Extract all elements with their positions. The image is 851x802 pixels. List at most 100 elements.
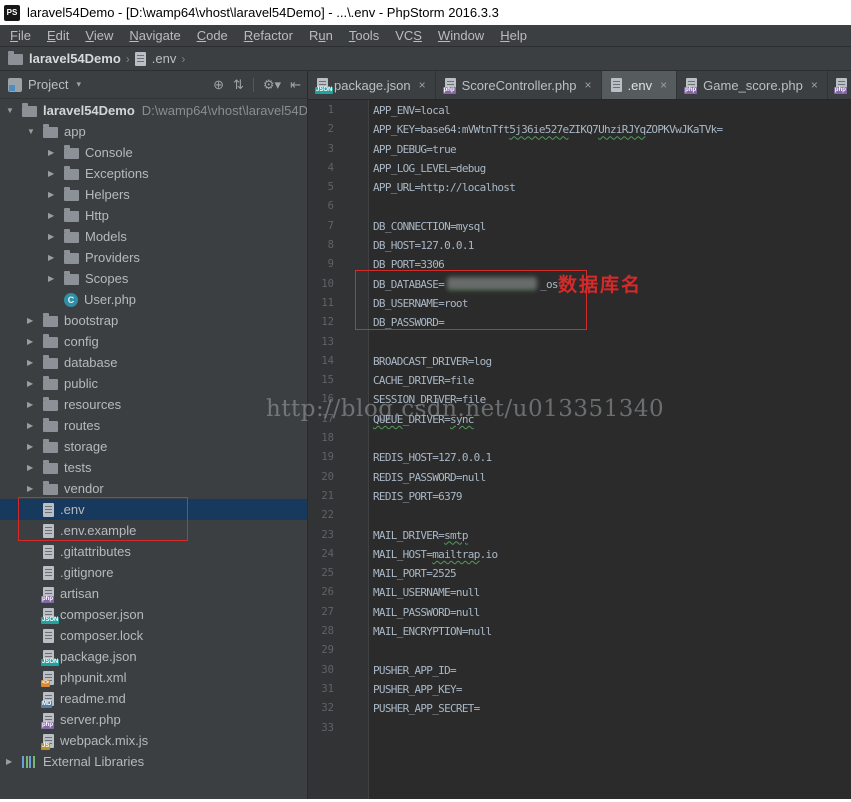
menu-help[interactable]: Help [492,28,535,43]
tree-item-scopes[interactable]: ▶Scopes [0,268,307,289]
editor-code[interactable]: 1APP_ENV=local2APP_KEY=base64:mVWtnTft5j… [308,100,851,738]
tab-partial[interactable] [828,71,851,99]
tree-item-app[interactable]: ▼app [0,121,307,142]
menu-navigate[interactable]: Navigate [121,28,188,43]
code-line-21[interactable]: 21REDIS_PORT=6379 [308,487,851,506]
settings-gear-icon[interactable]: ⚙▾ [263,77,281,93]
tree-arrow-expanded-icon[interactable]: ▼ [4,106,22,115]
project-panel-title[interactable]: Project [28,77,68,92]
menu-window[interactable]: Window [430,28,492,43]
code-line-15[interactable]: 15CACHE_DRIVER=file [308,371,851,390]
code-line-24[interactable]: 24MAIL_HOST=mailtrap.io [308,545,851,564]
code-line-12[interactable]: 12DB_PASSWORD= [308,313,851,332]
tree-arrow-collapsed-icon[interactable]: ▶ [46,232,64,241]
tree-item--gitignore[interactable]: .gitignore [0,562,307,583]
code-line-25[interactable]: 25MAIL_PORT=2525 [308,564,851,583]
code-line-7[interactable]: 7DB_CONNECTION=mysql [308,217,851,236]
tree-item-readme-md[interactable]: readme.md [0,688,307,709]
code-line-14[interactable]: 14BROADCAST_DRIVER=log [308,352,851,371]
code-line-11[interactable]: 11DB_USERNAME=root [308,294,851,313]
tab--env[interactable]: .env× [602,71,678,99]
close-tab-icon[interactable]: × [811,78,818,92]
tree-arrow-collapsed-icon[interactable]: ▶ [25,463,43,472]
tree-item-phpunit-xml[interactable]: phpunit.xml [0,667,307,688]
tree-arrow-collapsed-icon[interactable]: ▶ [46,274,64,283]
tree-item-tests[interactable]: ▶tests [0,457,307,478]
close-tab-icon[interactable]: × [660,78,667,92]
tree-arrow-collapsed-icon[interactable]: ▶ [4,757,22,766]
chevron-down-icon[interactable]: ▾ [76,79,81,90]
tab-game-score-php[interactable]: Game_score.php× [677,71,828,99]
tree-item-composer-lock[interactable]: composer.lock [0,625,307,646]
tree-item-package-json[interactable]: package.json [0,646,307,667]
code-line-23[interactable]: 23MAIL_DRIVER=smtp [308,526,851,545]
code-line-28[interactable]: 28MAIL_ENCRYPTION=null [308,622,851,641]
tree-item--env-example[interactable]: .env.example [0,520,307,541]
menu-refactor[interactable]: Refactor [236,28,301,43]
menu-file[interactable]: File [2,28,39,43]
code-line-18[interactable]: 18 [308,429,851,448]
tree-item-external-libraries[interactable]: ▶External Libraries [0,751,307,772]
tree-arrow-collapsed-icon[interactable]: ▶ [25,316,43,325]
tree-item-exceptions[interactable]: ▶Exceptions [0,163,307,184]
tree-item-resources[interactable]: ▶resources [0,394,307,415]
code-line-2[interactable]: 2APP_KEY=base64:mVWtnTft5j36ie527eZIKQ7U… [308,120,851,139]
locate-icon[interactable]: ⊕ [213,77,224,93]
menu-tools[interactable]: Tools [341,28,387,43]
tree-item-artisan[interactable]: artisan [0,583,307,604]
tree-item--env[interactable]: .env [0,499,307,520]
menu-run[interactable]: Run [301,28,341,43]
tree-item-database[interactable]: ▶database [0,352,307,373]
breadcrumb-project[interactable]: laravel54Demo [29,51,121,66]
tree-arrow-collapsed-icon[interactable]: ▶ [25,484,43,493]
tree-arrow-collapsed-icon[interactable]: ▶ [25,358,43,367]
menu-edit[interactable]: Edit [39,28,77,43]
tree-arrow-collapsed-icon[interactable]: ▶ [46,253,64,262]
code-line-9[interactable]: 9DB_PORT=3306 [308,255,851,274]
menu-code[interactable]: Code [189,28,236,43]
tree-item-vendor[interactable]: ▶vendor [0,478,307,499]
tree-item-http[interactable]: ▶Http [0,205,307,226]
tree-item-config[interactable]: ▶config [0,331,307,352]
breadcrumb-file[interactable]: .env [152,51,177,66]
tree-item-providers[interactable]: ▶Providers [0,247,307,268]
code-line-20[interactable]: 20REDIS_PASSWORD=null [308,468,851,487]
menu-vcs[interactable]: VCS [387,28,430,43]
code-line-13[interactable]: 13 [308,333,851,352]
tree-arrow-collapsed-icon[interactable]: ▶ [25,442,43,451]
code-line-31[interactable]: 31PUSHER_APP_KEY= [308,680,851,699]
code-line-10[interactable]: 10DB_DATABASE=_os [308,275,851,294]
tree-arrow-collapsed-icon[interactable]: ▶ [25,400,43,409]
code-line-30[interactable]: 30PUSHER_APP_ID= [308,661,851,680]
code-line-5[interactable]: 5APP_URL=http://localhost [308,178,851,197]
code-line-8[interactable]: 8DB_HOST=127.0.0.1 [308,236,851,255]
tree-arrow-collapsed-icon[interactable]: ▶ [46,169,64,178]
collapse-all-icon[interactable]: ⇅ [233,77,244,93]
close-tab-icon[interactable]: × [585,78,592,92]
menu-view[interactable]: View [77,28,121,43]
code-line-6[interactable]: 6 [308,197,851,216]
tree-item-helpers[interactable]: ▶Helpers [0,184,307,205]
tree-item-console[interactable]: ▶Console [0,142,307,163]
tree-item-composer-json[interactable]: composer.json [0,604,307,625]
tree-arrow-collapsed-icon[interactable]: ▶ [46,148,64,157]
code-line-1[interactable]: 1APP_ENV=local [308,101,851,120]
tree-arrow-collapsed-icon[interactable]: ▶ [25,421,43,430]
tree-item-laravel54demo[interactable]: ▼laravel54DemoD:\wamp64\vhost\laravel54D [0,100,307,121]
tree-arrow-collapsed-icon[interactable]: ▶ [46,190,64,199]
tab-scorecontroller-php[interactable]: ScoreController.php× [436,71,602,99]
tree-item-public[interactable]: ▶public [0,373,307,394]
tree-item-models[interactable]: ▶Models [0,226,307,247]
code-line-19[interactable]: 19REDIS_HOST=127.0.0.1 [308,448,851,467]
tree-item--gitattributes[interactable]: .gitattributes [0,541,307,562]
code-line-22[interactable]: 22 [308,506,851,525]
code-line-33[interactable]: 33 [308,719,851,738]
code-line-29[interactable]: 29 [308,641,851,660]
tree-arrow-collapsed-icon[interactable]: ▶ [46,211,64,220]
code-line-17[interactable]: 17QUEUE_DRIVER=sync [308,410,851,429]
code-line-4[interactable]: 4APP_LOG_LEVEL=debug [308,159,851,178]
tree-item-server-php[interactable]: server.php [0,709,307,730]
tree-arrow-expanded-icon[interactable]: ▼ [25,127,43,136]
code-line-3[interactable]: 3APP_DEBUG=true [308,140,851,159]
close-tab-icon[interactable]: × [419,78,426,92]
